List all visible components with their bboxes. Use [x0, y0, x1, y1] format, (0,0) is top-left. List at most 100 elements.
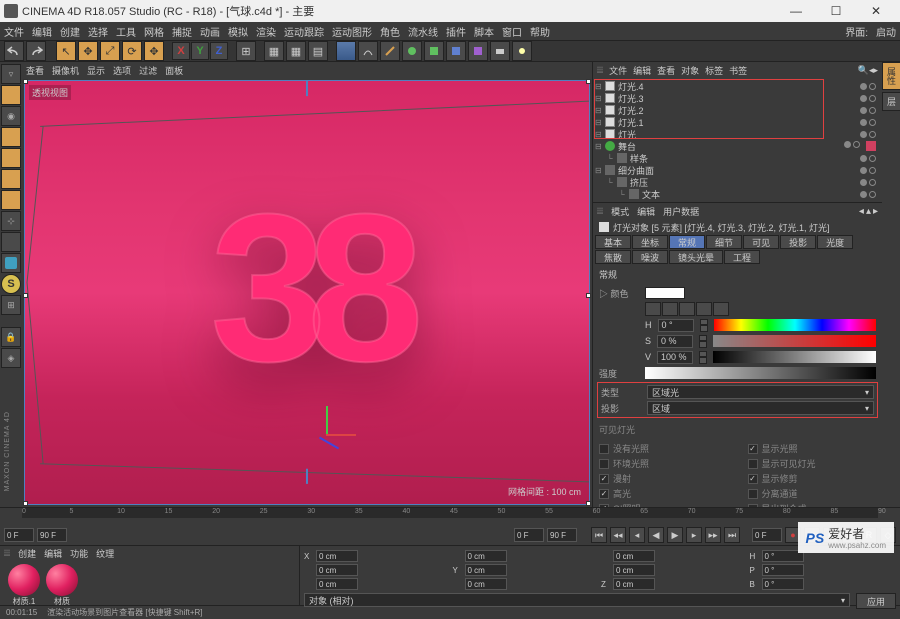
coord-system[interactable]: ⊞	[236, 41, 256, 61]
tab-caustics[interactable]: 焦散	[595, 250, 631, 264]
menu-mesh[interactable]: 网格	[144, 24, 164, 39]
vp-filter[interactable]: 过滤	[139, 64, 157, 77]
tree-item[interactable]: ⊟灯光.2	[595, 104, 880, 116]
tl-current[interactable]: 0 F	[752, 528, 782, 542]
sel-handle[interactable]	[586, 293, 591, 298]
object-tree[interactable]: ⊟灯光.4⊟灯光.3⊟灯光.2⊟灯光.1⊟灯光⊟舞台└样条⊟细分曲面└挤压└文本	[593, 78, 882, 202]
tab-project[interactable]: 工程	[724, 250, 760, 264]
sel-handle[interactable]	[23, 501, 28, 506]
poly-mode[interactable]	[1, 190, 21, 210]
coord-X0[interactable]: 0 cm	[316, 550, 358, 562]
mat-edit[interactable]: 编辑	[44, 547, 62, 560]
render-settings[interactable]: ▤	[308, 41, 328, 61]
tab-basic[interactable]: 基本	[595, 235, 631, 249]
tab-visibility[interactable]: 可见	[743, 235, 779, 249]
h-spinner[interactable]	[700, 319, 708, 332]
minimize-button[interactable]: —	[776, 1, 816, 21]
tl-end1[interactable]: 90 F	[37, 528, 67, 542]
menu-tools[interactable]: 工具	[116, 24, 136, 39]
menu-sim[interactable]: 模拟	[228, 24, 248, 39]
environment-tool[interactable]	[468, 41, 488, 61]
om-objects[interactable]: 对象	[681, 64, 699, 77]
vp-panel[interactable]: 面板	[165, 64, 183, 77]
menu-anim[interactable]: 动画	[200, 24, 220, 39]
tab-noise[interactable]: 噪波	[632, 250, 668, 264]
next-frame[interactable]: ▸	[686, 527, 702, 543]
om-tags[interactable]: 标签	[705, 64, 723, 77]
check-漫射[interactable]: ✓漫射	[599, 472, 728, 485]
snap-toggle[interactable]: S	[1, 274, 21, 294]
tab-details[interactable]: 细节	[706, 235, 742, 249]
v-input[interactable]: 100 %	[657, 351, 693, 364]
menu-plugin[interactable]: 插件	[446, 24, 466, 39]
sel-handle[interactable]	[586, 79, 591, 84]
tab-general[interactable]: 常规	[669, 235, 705, 249]
check-没有光照[interactable]: 没有光照	[599, 442, 728, 455]
nav-back[interactable]: ◂	[859, 206, 864, 217]
tab-photometric[interactable]: 光度	[817, 235, 853, 249]
texture-mode[interactable]: ◉	[1, 106, 21, 126]
render-view[interactable]: ▦	[264, 41, 284, 61]
vp-view[interactable]: 查看	[26, 64, 44, 77]
material-preview[interactable]	[46, 564, 78, 596]
check-显示光照[interactable]: ✓显示光照	[748, 442, 877, 455]
prev-frame[interactable]: ◂	[629, 527, 645, 543]
cube-primitive[interactable]	[336, 41, 356, 61]
hue-slider[interactable]	[714, 319, 877, 331]
om-view[interactable]: 查看	[657, 64, 675, 77]
val-slider[interactable]	[713, 351, 876, 363]
edge-mode[interactable]	[1, 169, 21, 189]
nav-tool[interactable]: ◈	[1, 348, 21, 368]
color-picker-icon[interactable]	[645, 302, 661, 316]
goto-end[interactable]: ⏭	[724, 527, 740, 543]
coord-X2[interactable]: 0 cm	[316, 578, 358, 590]
tree-item[interactable]: ⊟舞台	[595, 140, 880, 152]
sel-handle[interactable]	[23, 293, 28, 298]
make-editable[interactable]: ▿	[1, 64, 21, 84]
om-edit[interactable]: 编辑	[633, 64, 651, 77]
am-mode[interactable]: 模式	[611, 205, 629, 218]
mat-func[interactable]: 功能	[70, 547, 88, 560]
check-显示修剪[interactable]: ✓显示修剪	[748, 472, 877, 485]
lock-tool[interactable]: 🔒	[1, 327, 21, 347]
menu-help[interactable]: 帮助	[530, 24, 550, 39]
timeline-ruler[interactable]: 051015202530354045505560657075808590	[22, 508, 878, 518]
tree-item[interactable]: ⊟灯光.3	[595, 92, 880, 104]
om-bookmarks[interactable]: 书签	[729, 64, 747, 77]
coord-P[interactable]: 0 °	[762, 564, 804, 576]
spline-tool[interactable]	[358, 41, 378, 61]
coord-Z0[interactable]: 0 cm	[613, 550, 655, 562]
menu-window[interactable]: 窗口	[502, 24, 522, 39]
coord-Y0[interactable]: 0 cm	[465, 550, 507, 562]
move-tool[interactable]: ✥	[78, 41, 98, 61]
tree-item[interactable]: ⊟灯光	[595, 128, 880, 140]
deformer-tool[interactable]	[446, 41, 466, 61]
sel-handle[interactable]	[586, 501, 591, 506]
tree-item[interactable]: ⊟细分曲面	[595, 164, 880, 176]
generator-2[interactable]	[424, 41, 444, 61]
h-input[interactable]: 0 °	[658, 319, 694, 332]
tree-item[interactable]: └样条	[595, 152, 880, 164]
generator-tool[interactable]	[402, 41, 422, 61]
camera-tool[interactable]	[490, 41, 510, 61]
check-环境光照[interactable]: 环境光照	[599, 457, 728, 470]
tl-start1[interactable]: 0 F	[4, 528, 34, 542]
tree-item[interactable]: └挤压	[595, 176, 880, 188]
menu-mograph[interactable]: 运动图形	[332, 24, 372, 39]
material-preview[interactable]	[8, 564, 40, 596]
check-显示可见灯光[interactable]: 显示可见灯光	[748, 457, 877, 470]
menu-select[interactable]: 选择	[88, 24, 108, 39]
s-input[interactable]: 0 %	[657, 335, 693, 348]
dock-tab-2[interactable]: 层	[882, 92, 900, 111]
point-mode[interactable]	[1, 148, 21, 168]
scale-tool[interactable]: ⤢	[100, 41, 120, 61]
s-spinner[interactable]	[699, 335, 707, 348]
material-item[interactable]: 材质	[46, 564, 78, 607]
last-tool[interactable]: ✥	[144, 41, 164, 61]
tl-start2[interactable]: 0 F	[514, 528, 544, 542]
color-swatches-icon[interactable]	[696, 302, 712, 316]
tab-shadow[interactable]: 投影	[780, 235, 816, 249]
goto-start[interactable]: ⏮	[591, 527, 607, 543]
tab-lensflare[interactable]: 镜头光晕	[669, 250, 723, 264]
nav-fwd[interactable]: ▸	[873, 206, 878, 217]
